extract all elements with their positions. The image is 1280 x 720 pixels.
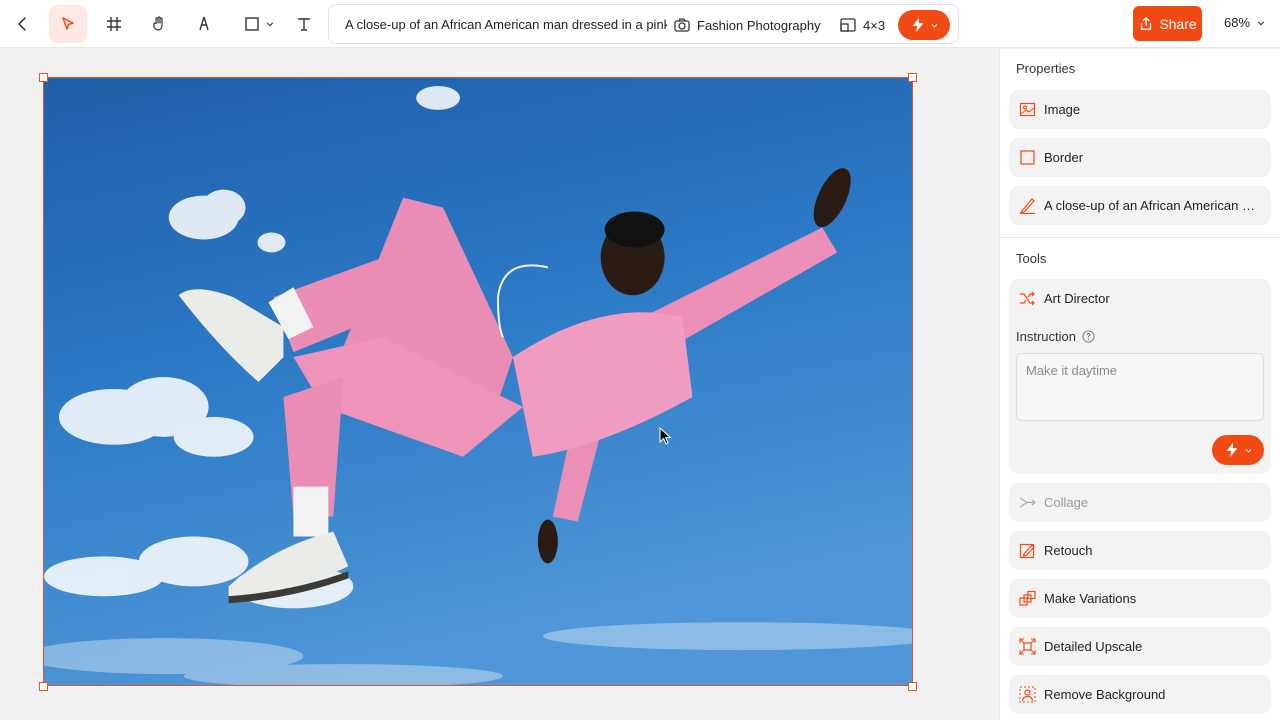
art-director-label: Art Director <box>1044 291 1110 306</box>
share-icon <box>1141 16 1152 30</box>
aspect-ratio-label: 4×3 <box>863 17 886 33</box>
instruction-input[interactable] <box>1016 353 1264 421</box>
tool-make-variations[interactable]: Make Variations <box>1009 579 1271 618</box>
lightning-icon <box>1226 442 1237 458</box>
art-director-tool[interactable]: Art Director <box>1019 290 1110 307</box>
prompt-bar: A close-up of an African American man dr… <box>328 4 959 44</box>
help-icon[interactable] <box>1082 330 1095 343</box>
share-button[interactable]: Share <box>1133 6 1202 41</box>
aspect-ratio-icon <box>840 18 856 32</box>
mouse-cursor-icon <box>659 427 672 445</box>
zoom-value: 68% <box>1224 15 1251 30</box>
tool-remove-background[interactable]: Remove Background <box>1009 675 1271 714</box>
collage-icon <box>1019 497 1036 508</box>
property-image[interactable]: Image <box>1009 90 1271 129</box>
selected-image-frame[interactable] <box>43 77 913 686</box>
shape-tool-button[interactable] <box>236 5 282 43</box>
frame-tool-button[interactable] <box>95 5 133 43</box>
property-prompt[interactable]: A close-up of an African American man dr… <box>1009 186 1271 225</box>
retouch-icon <box>1019 543 1035 559</box>
upscale-icon <box>1019 638 1036 655</box>
chevron-down-icon <box>1245 448 1251 453</box>
tools-heading: Tools <box>1016 251 1047 266</box>
pointer-icon <box>62 17 74 30</box>
camera-icon <box>674 18 690 32</box>
pen-icon <box>1019 198 1035 214</box>
tool-make-variations-label: Make Variations <box>1044 591 1137 606</box>
property-border[interactable]: Border <box>1009 138 1271 177</box>
variations-icon <box>1019 590 1036 606</box>
property-prompt-label: A close-up of an African American man dr… <box>1044 198 1264 213</box>
resize-handle-top-right[interactable] <box>908 73 917 82</box>
hand-icon <box>153 16 163 31</box>
resize-handle-bottom-right[interactable] <box>908 682 917 691</box>
resize-handle-bottom-left[interactable] <box>39 682 48 691</box>
instruction-label-row: Instruction <box>1016 329 1095 344</box>
chevron-left-icon <box>17 17 26 31</box>
remove-bg-icon <box>1019 686 1036 703</box>
tool-remove-background-label: Remove Background <box>1044 687 1166 702</box>
image-icon <box>1019 102 1036 117</box>
tool-detailed-upscale-label: Detailed Upscale <box>1044 639 1143 654</box>
resize-handle-top-left[interactable] <box>39 73 48 82</box>
chevron-down-icon <box>266 22 274 27</box>
property-image-label: Image <box>1044 102 1081 117</box>
top-toolbar: A close-up of an African American man dr… <box>0 0 1280 48</box>
hash-icon <box>107 17 121 31</box>
zoom-selector[interactable]: 68% <box>1224 15 1266 30</box>
right-panel: Properties Image Border A close-up of an… <box>999 49 1280 720</box>
tool-collage-label: Collage <box>1044 495 1089 510</box>
text-icon <box>298 18 310 31</box>
chevron-down-icon <box>1257 20 1265 25</box>
art-director-generate-button[interactable] <box>1212 435 1264 465</box>
text-tool-button[interactable] <box>285 5 323 43</box>
panel-divider <box>1000 237 1280 238</box>
tool-collage: Collage <box>1009 483 1271 522</box>
property-border-label: Border <box>1044 150 1084 165</box>
square-icon <box>1020 150 1035 165</box>
chevron-down-icon <box>931 23 937 28</box>
lightning-icon <box>912 17 923 33</box>
properties-heading: Properties <box>1016 61 1076 76</box>
shuffle-icon <box>1020 291 1035 306</box>
hand-tool-button[interactable] <box>140 5 178 43</box>
tool-detailed-upscale[interactable]: Detailed Upscale <box>1009 627 1271 666</box>
generate-button[interactable] <box>898 10 950 40</box>
instruction-label: Instruction <box>1016 329 1076 344</box>
generated-photo <box>44 78 912 685</box>
back-button[interactable] <box>4 5 42 43</box>
pen-nib-icon <box>199 16 209 31</box>
style-selector[interactable]: Fashion Photography <box>673 15 821 35</box>
pen-tool-button[interactable] <box>185 5 223 43</box>
prompt-input[interactable]: A close-up of an African American man dr… <box>345 17 667 32</box>
square-icon <box>245 17 259 31</box>
tool-retouch-label: Retouch <box>1044 543 1093 558</box>
art-director-card: Art Director Instruction <box>1009 279 1271 474</box>
share-label: Share <box>1159 15 1197 32</box>
select-tool-button[interactable] <box>49 5 87 43</box>
canvas-area[interactable] <box>0 49 999 720</box>
style-label: Fashion Photography <box>697 17 821 33</box>
aspect-ratio-selector[interactable]: 4×3 <box>839 15 885 35</box>
tool-retouch[interactable]: Retouch <box>1009 531 1271 570</box>
